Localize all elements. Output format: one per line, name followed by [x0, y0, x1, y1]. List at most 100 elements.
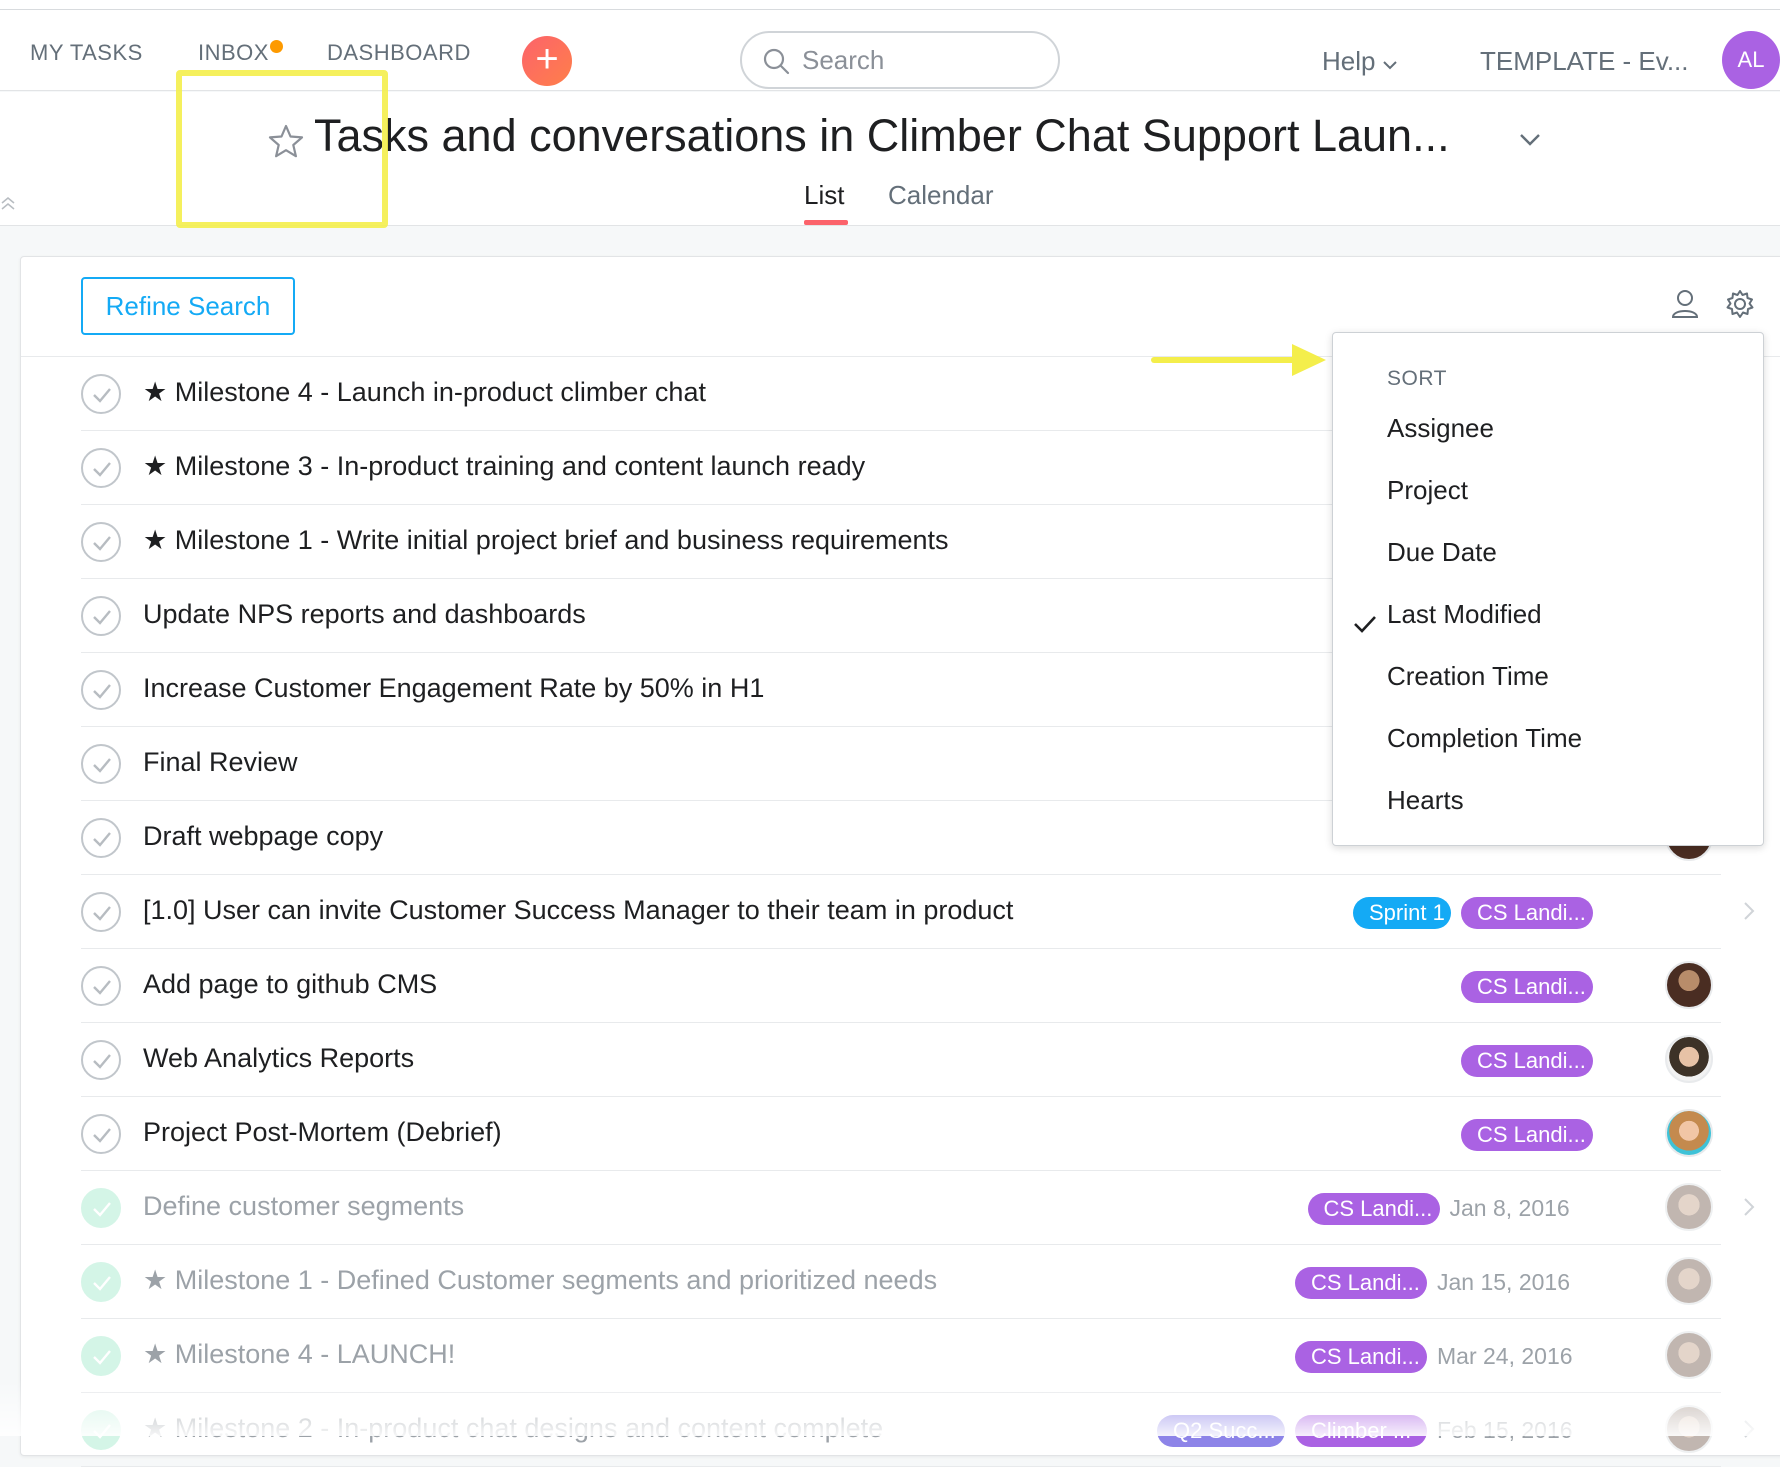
sort-option-creation-time[interactable]: Creation Time [1387, 661, 1549, 692]
sort-option-last-modified[interactable]: Last Modified [1387, 599, 1542, 630]
nav-inbox[interactable]: INBOX [198, 40, 269, 66]
complete-checkbox[interactable] [81, 1188, 121, 1228]
complete-checkbox[interactable] [81, 1262, 121, 1302]
complete-checkbox[interactable] [81, 1114, 121, 1154]
project-tag[interactable]: CS Landi... [1307, 1193, 1440, 1225]
complete-checkbox[interactable] [81, 670, 121, 710]
nav-dashboard[interactable]: DASHBOARD [327, 40, 471, 66]
user-icon[interactable] [1671, 289, 1699, 319]
task-name[interactable]: Draft webpage copy [143, 821, 383, 852]
task-name[interactable]: ★ Milestone 4 - Launch in-product climbe… [143, 377, 706, 408]
check-icon [93, 1054, 111, 1069]
check-icon [93, 832, 111, 847]
task-row[interactable]: [1.0] User can invite Customer Success M… [81, 875, 1755, 949]
search-icon [763, 48, 790, 75]
assignee-avatar[interactable] [1665, 1257, 1713, 1305]
complete-checkbox[interactable] [81, 448, 121, 488]
task-row[interactable]: ★ Milestone 1 - Defined Customer segment… [81, 1245, 1721, 1319]
check-icon [93, 462, 111, 477]
chevron-right-icon[interactable] [1743, 1197, 1755, 1217]
window-top-edge [0, 0, 1780, 10]
check-icon [93, 388, 111, 403]
task-name[interactable]: Project Post-Mortem (Debrief) [143, 1117, 502, 1148]
sort-option-assignee[interactable]: Assignee [1387, 413, 1494, 444]
complete-checkbox[interactable] [81, 1040, 121, 1080]
assignee-avatar[interactable] [1665, 1331, 1713, 1379]
task-row[interactable]: Add page to github CMS CS Landi... [81, 949, 1721, 1023]
refine-search-button[interactable]: Refine Search [81, 277, 295, 335]
bottom-fade [0, 1380, 1780, 1436]
quick-add-button[interactable]: + [522, 36, 572, 86]
page-title: Tasks and conversations in Climber Chat … [314, 110, 1450, 161]
tab-calendar[interactable]: Calendar [888, 180, 994, 211]
complete-checkbox[interactable] [81, 818, 121, 858]
complete-checkbox[interactable] [81, 374, 121, 414]
sort-option-completion-time[interactable]: Completion Time [1387, 723, 1582, 754]
task-name[interactable]: Add page to github CMS [143, 969, 437, 1000]
sort-option-project[interactable]: Project [1387, 475, 1468, 506]
project-tag[interactable]: Sprint 1 [1353, 897, 1451, 929]
annotation-arrow [1151, 344, 1326, 376]
project-tag[interactable]: CS Landi... [1295, 1267, 1427, 1299]
task-name[interactable]: Update NPS reports and dashboards [143, 599, 586, 630]
assignee-avatar[interactable] [1665, 961, 1713, 1009]
task-row[interactable]: Define customer segments Jan 8, 2016 CS La… [81, 1171, 1755, 1245]
tab-list[interactable]: List [804, 180, 844, 211]
sort-option-due-date[interactable]: Due Date [1387, 537, 1497, 568]
task-name[interactable]: Define customer segments [143, 1191, 464, 1222]
annotation-highlight-box [176, 70, 388, 228]
search-input[interactable] [802, 43, 1042, 77]
inbox-notification-dot [270, 40, 283, 53]
sort-option-hearts[interactable]: Hearts [1387, 785, 1464, 816]
task-row[interactable]: Project Post-Mortem (Debrief) CS Landi... [81, 1097, 1721, 1171]
project-tag[interactable]: CS Landi... [1295, 1341, 1427, 1373]
complete-checkbox[interactable] [81, 744, 121, 784]
project-tag[interactable]: CS Landi... [1461, 971, 1593, 1003]
assignee-avatar[interactable] [1665, 1109, 1713, 1157]
complete-checkbox[interactable] [81, 966, 121, 1006]
check-icon [93, 906, 111, 921]
due-date[interactable]: Jan 8, 2016 [1450, 1195, 1570, 1222]
search-box[interactable] [740, 31, 1060, 89]
check-icon [93, 1202, 111, 1217]
task-name[interactable]: Web Analytics Reports [143, 1043, 414, 1074]
active-tab-indicator [804, 220, 848, 225]
help-menu[interactable]: Help [1322, 46, 1397, 77]
checkmark-icon [1354, 616, 1376, 633]
task-name[interactable]: ★ Milestone 1 - Defined Customer segment… [143, 1265, 937, 1296]
assignee-avatar[interactable] [1665, 1035, 1713, 1083]
task-name[interactable]: Final Review [143, 747, 298, 778]
complete-checkbox[interactable] [81, 892, 121, 932]
task-name[interactable]: ★ Milestone 3 - In-product training and … [143, 451, 865, 482]
check-icon [93, 1276, 111, 1291]
nav-my-tasks[interactable]: MY TASKS [30, 40, 143, 66]
task-name[interactable]: ★ Milestone 4 - LAUNCH! [143, 1339, 455, 1370]
check-icon [93, 1128, 111, 1143]
user-avatar[interactable]: AL [1722, 31, 1780, 89]
sort-menu-header: SORT [1387, 367, 1447, 390]
task-row[interactable]: Web Analytics Reports CS Landi... [81, 1023, 1721, 1097]
complete-checkbox[interactable] [81, 596, 121, 636]
complete-checkbox[interactable] [81, 522, 121, 562]
due-date[interactable]: Jan 15, 2016 [1437, 1269, 1570, 1296]
complete-checkbox[interactable] [81, 1336, 121, 1376]
gear-icon[interactable] [1725, 289, 1755, 319]
check-icon [93, 758, 111, 773]
task-name[interactable]: Increase Customer Engagement Rate by 50%… [143, 673, 764, 704]
due-date[interactable]: Mar 24, 2016 [1437, 1343, 1573, 1370]
task-name[interactable]: [1.0] User can invite Customer Success M… [143, 895, 1013, 926]
assignee-avatar[interactable] [1665, 1183, 1713, 1231]
plus-icon: + [535, 37, 559, 81]
help-label: Help [1322, 46, 1376, 76]
organization-switcher[interactable]: TEMPLATE - Ev... [1480, 46, 1689, 77]
project-tag[interactable]: CS Landi... [1461, 1119, 1593, 1151]
project-tag[interactable]: CS Landi... [1461, 897, 1593, 929]
check-icon [93, 980, 111, 995]
title-chevron-down-icon[interactable] [1518, 132, 1542, 148]
sort-dropdown-menu: SORT Assignee Project Due Date Last Modi… [1332, 332, 1764, 846]
chevron-right-icon[interactable] [1743, 901, 1755, 921]
project-tag[interactable]: CS Landi... [1461, 1045, 1593, 1077]
collapse-chevron-icon[interactable] [0, 196, 16, 212]
check-icon [93, 610, 111, 625]
task-name[interactable]: ★ Milestone 1 - Write initial project br… [143, 525, 949, 556]
